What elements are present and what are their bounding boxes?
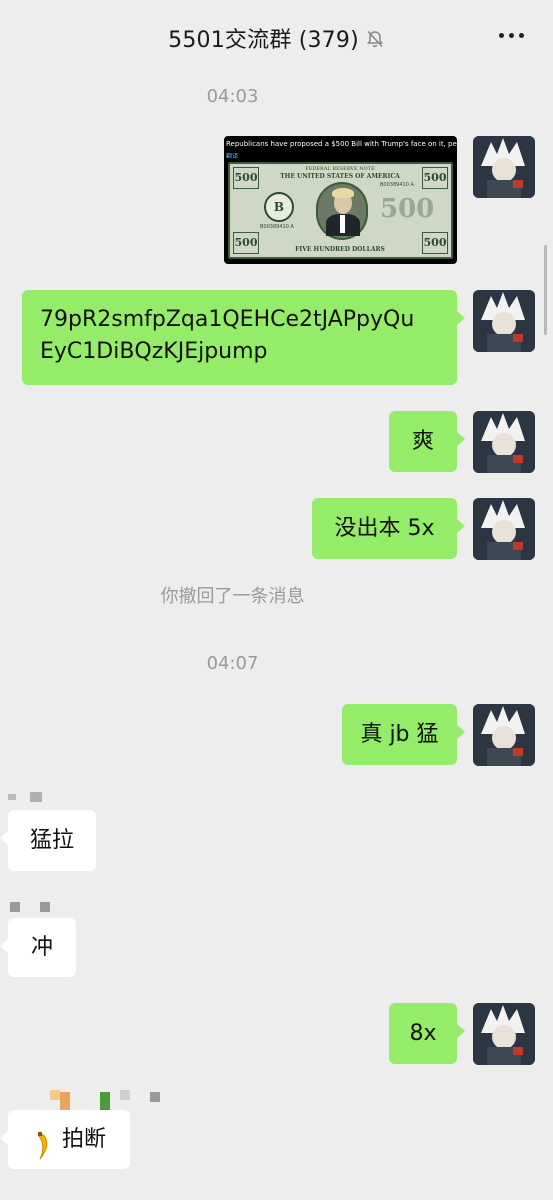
bill-corner-tl: 500 (233, 167, 259, 189)
avatar[interactable] (473, 1003, 535, 1065)
message-bubble-outgoing[interactable]: 8x (389, 1003, 465, 1064)
timestamp: 04:07 (206, 653, 259, 674)
message-text: 79pR2smfpZqa1QEHCe2tJAPpyQu (40, 307, 415, 332)
message-bubble-outgoing[interactable]: 没出本 5x (312, 498, 465, 559)
bill-header: FEDERAL RESERVE NOTE (305, 166, 375, 172)
bill-corner-bl: 500 (233, 232, 259, 254)
bill-footer: FIVE HUNDRED DOLLARS (295, 246, 385, 253)
avatar[interactable] (473, 498, 535, 560)
chat-title-text: 5501交流群 (379) (168, 28, 359, 53)
avatar[interactable] (473, 411, 535, 473)
translate-link[interactable]: 翻译 (226, 151, 238, 160)
message-text: EyC1DiBQzKJEjpump (40, 339, 268, 364)
bill-serial-right: B00389410 A (380, 182, 414, 188)
more-dots-icon[interactable] (499, 33, 525, 41)
avatar[interactable] (473, 290, 535, 352)
bill-watermark-500: 500 (380, 194, 435, 224)
message-bubble-incoming[interactable]: 冲 (0, 918, 76, 977)
bill-seal: B (264, 192, 294, 222)
message-text: 拍断 (62, 1127, 107, 1152)
banana-icon (34, 1125, 54, 1160)
image-caption: Republicans have proposed a $500 Bill wi… (226, 140, 457, 148)
image-message[interactable]: Republicans have proposed a $500 Bill wi… (224, 136, 457, 264)
bill-country: THE UNITED STATES OF AMERICA (280, 173, 400, 180)
message-text: 没出本 5x (334, 516, 435, 541)
message-text: 爽 (411, 429, 434, 454)
bill-serial-left: B00389410 A (260, 224, 294, 230)
chat-header: 5501交流群 (379) (0, 0, 553, 76)
message-bubble-outgoing[interactable]: 爽 (389, 411, 465, 472)
bill-portrait (316, 182, 368, 240)
recall-notice: 你撤回了一条消息 (160, 586, 305, 607)
message-text: 冲 (30, 935, 53, 960)
message-bubble-outgoing[interactable]: 79pR2smfpZqa1QEHCe2tJAPpyQu EyC1DiBQzKJE… (22, 290, 465, 385)
bell-muted-icon (366, 30, 384, 48)
message-text: 真 jb 猛 (360, 722, 439, 747)
timestamp: 04:03 (206, 86, 259, 107)
message-bubble-outgoing[interactable]: 真 jb 猛 (342, 704, 465, 765)
message-text: 猛拉 (29, 828, 74, 853)
avatar[interactable] (473, 136, 535, 198)
avatar[interactable] (473, 704, 535, 766)
message-text: 8x (409, 1021, 437, 1046)
bill-corner-tr: 500 (422, 167, 448, 189)
message-bubble-incoming[interactable]: 拍断 (0, 1110, 130, 1169)
chat-title[interactable]: 5501交流群 (379) (0, 22, 553, 54)
scrollbar[interactable] (544, 245, 547, 335)
bill-corner-br: 500 (422, 232, 448, 254)
message-bubble-incoming[interactable]: 猛拉 (0, 810, 96, 871)
bill-image: 500 500 500 500 FEDERAL RESERVE NOTE THE… (228, 162, 453, 259)
